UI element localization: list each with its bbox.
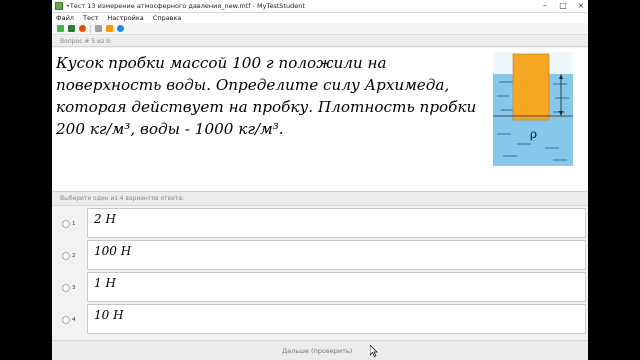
answer-text: 10 Н [94,308,124,322]
question-area: Кусок пробки массой 100 г положили на по… [52,48,588,192]
answer-box[interactable]: 1 Н [87,272,586,302]
window-controls: – □ × [540,1,586,11]
next-check-button[interactable]: Дальше (проверить) [282,347,352,355]
radio-button[interactable] [62,316,70,324]
radio-button[interactable] [62,252,70,260]
maximize-button[interactable]: □ [558,1,568,11]
menu-file[interactable]: Файл [56,14,74,22]
answer-box[interactable]: 2 Н [87,208,586,238]
app-icon [55,2,63,10]
answer-text: 1 Н [94,276,116,290]
menu-test[interactable]: Тест [83,14,98,22]
answer-box[interactable]: 100 Н [87,240,586,270]
menu-settings[interactable]: Настройка [107,14,143,22]
question-number: Вопрос # 5 из 9: [52,36,588,47]
close-button[interactable]: × [576,1,586,11]
toolbar-separator [90,24,91,33]
window-title: •Тест 13 измерение атмосферного давления… [66,2,305,10]
play-icon[interactable] [68,25,75,32]
answer-text: 2 Н [94,212,116,226]
answer-number: 2 [72,253,76,259]
answer-text: 100 Н [94,244,132,258]
answer-number: 4 [72,317,76,323]
answer-option[interactable]: 4 10 Н [52,303,588,335]
question-line: Кусок пробки массой 100 г положили на [56,54,387,72]
settings-icon[interactable] [95,25,102,32]
answer-number: 1 [72,221,76,227]
toolbar [52,23,588,35]
question-line: 200 кг/м³, воды - 1000 кг/м³. [56,120,284,138]
open-icon[interactable] [57,25,64,32]
help-icon[interactable] [117,25,124,32]
footer-bar: Дальше (проверить) [52,340,588,360]
question-line: которая действует на пробку. Плотность п… [56,98,477,116]
cork-in-water-illustration: ρ [493,52,573,166]
menu-help[interactable]: Справка [153,14,182,22]
restart-icon[interactable] [106,25,113,32]
answer-option[interactable]: 3 1 Н [52,271,588,303]
answers-instruction: Выберите один из 4 вариантов ответа: [52,192,588,206]
answer-option[interactable]: 1 2 Н [52,207,588,239]
answer-number: 3 [72,285,76,291]
minimize-button[interactable]: – [540,1,550,11]
stop-icon[interactable] [79,25,86,32]
answer-box[interactable]: 10 Н [87,304,586,334]
title-bar: •Тест 13 измерение атмосферного давления… [52,0,588,13]
mouse-cursor-icon [370,345,378,357]
density-label: ρ [530,127,537,141]
radio-button[interactable] [62,220,70,228]
menu-bar: Файл Тест Настройка Справка [52,13,588,23]
radio-button[interactable] [62,284,70,292]
answer-option[interactable]: 2 100 Н [52,239,588,271]
app-window: •Тест 13 измерение атмосферного давления… [52,0,588,360]
cork-shape [512,53,550,121]
question-line: поверхность воды. Определите силу Архиме… [56,76,450,94]
question-text: Кусок пробки массой 100 г положили на по… [56,52,486,140]
answer-list: 1 2 Н 2 100 Н 3 1 Н 4 10 Н [52,207,588,335]
